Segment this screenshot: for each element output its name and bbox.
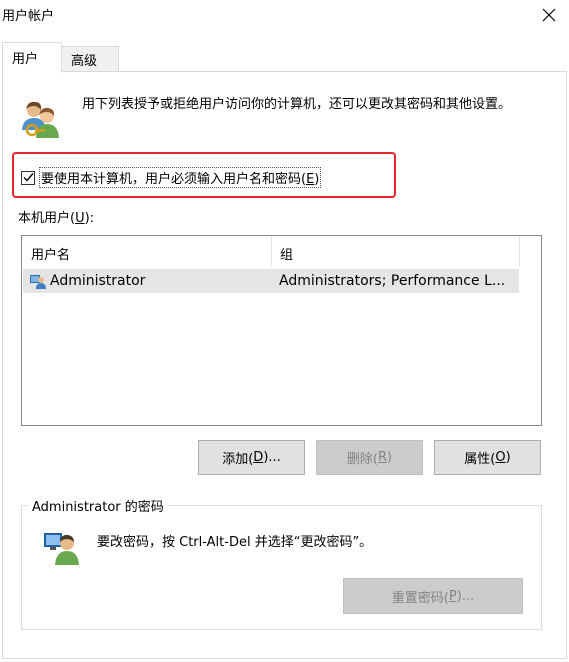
require-login-checkbox[interactable] [21, 170, 35, 185]
cell-group: Administrators; Performance L... [279, 273, 506, 289]
intro-text: 用下列表授予或拒绝用户访问你的计算机，还可以更改其密码和其他设置。 [82, 97, 512, 112]
local-users-label: 本机用户(U): [18, 211, 95, 226]
close-button[interactable] [529, 0, 569, 30]
require-login-option[interactable]: 要使用本计算机，用户必须输入用户名和密码(E) [21, 167, 322, 188]
users-listview[interactable]: 用户名 组 Administrator Administrators; Perf… [21, 235, 542, 426]
users-icon [22, 101, 59, 138]
properties-button[interactable]: 属性(O) [434, 440, 541, 475]
cell-username: Administrator [23, 273, 272, 289]
listview-header: 用户名 组 [22, 236, 541, 266]
column-header-username[interactable]: 用户名 [22, 236, 272, 266]
table-row[interactable]: Administrator Administrators; Performanc… [23, 269, 519, 293]
remove-button[interactable]: 删除(R) [316, 440, 423, 475]
tab-users[interactable]: 用户 [2, 42, 62, 73]
column-header-group[interactable]: 组 [272, 236, 520, 266]
close-icon [542, 8, 556, 22]
title-bar: 用户帐户 [0, 0, 569, 30]
password-instructions: 要改密码，按 Ctrl-Alt-Del 并选择“更改密码”。 [97, 535, 373, 550]
add-button[interactable]: 添加(D)... [198, 440, 305, 475]
checkmark-icon [23, 173, 34, 182]
password-group-title: Administrator 的密码 [28, 496, 168, 515]
reset-password-button[interactable]: 重置密码(P)... [343, 578, 523, 614]
require-login-label: 要使用本计算机，用户必须输入用户名和密码(E) [39, 167, 322, 188]
user-icon [30, 275, 46, 289]
user-password-icon [44, 533, 79, 565]
tab-advanced[interactable]: 高级 [62, 46, 119, 72]
window-title: 用户帐户 [2, 9, 55, 24]
